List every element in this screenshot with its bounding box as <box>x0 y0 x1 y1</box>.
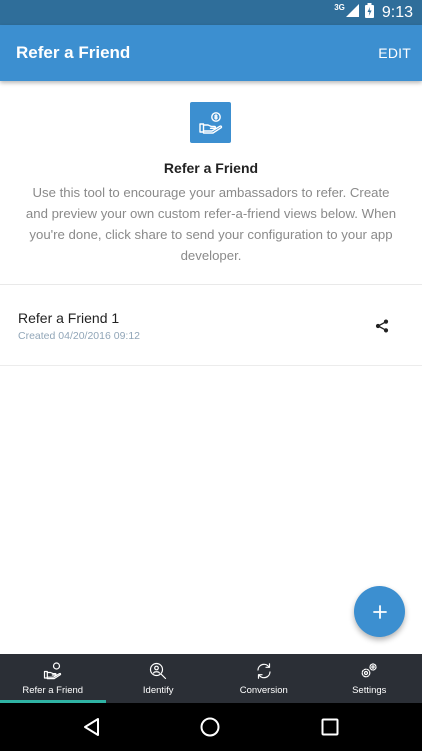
status-bar: 3G 9:13 <box>0 0 422 25</box>
tab-settings[interactable]: Settings <box>317 654 422 703</box>
status-time: 9:13 <box>381 3 413 21</box>
tab-label: Conversion <box>239 685 288 696</box>
back-icon[interactable] <box>80 715 104 739</box>
intro-description: Use this tool to encourage your ambassad… <box>25 185 397 263</box>
item-created-date: Created 04/20/2016 09:12 <box>18 330 141 342</box>
tab-identify[interactable]: Identify <box>106 654 212 703</box>
tab-conversion[interactable]: Conversion <box>211 654 317 703</box>
app-screen: 3G 9:13 Refer a Friend EDIT Refer a Frie… <box>0 0 422 751</box>
intro-title: Refer a Friend <box>163 160 259 176</box>
recents-icon[interactable] <box>318 715 342 739</box>
plus-icon <box>372 604 387 619</box>
edit-button[interactable]: EDIT <box>378 45 411 61</box>
tab-label: Identify <box>142 685 174 696</box>
app-bar: Refer a Friend EDIT <box>0 25 422 81</box>
intro-section: Refer a Friend Use this tool to encourag… <box>0 81 422 285</box>
battery-icon <box>364 2 374 23</box>
network-type: 3G <box>334 3 345 12</box>
home-icon[interactable] <box>198 715 222 739</box>
magnifier-icon <box>147 661 169 681</box>
bottom-nav: Refer a Friend Identify Conversion Setti… <box>0 654 422 703</box>
tab-label: Settings <box>352 685 387 696</box>
gears-icon <box>358 661 380 681</box>
item-title: Refer a Friend 1 <box>18 310 120 326</box>
share-icon[interactable] <box>372 316 392 336</box>
system-nav-bar <box>0 703 422 751</box>
refer-hand-icon <box>42 661 64 681</box>
list-item[interactable]: Refer a Friend 1 Created 04/20/2016 09:1… <box>0 285 422 366</box>
signal-icon <box>345 3 359 22</box>
page-title: Refer a Friend <box>16 43 131 62</box>
tab-label: Refer a Friend <box>22 685 84 696</box>
refer-hand-coin-icon <box>190 102 231 143</box>
add-button[interactable] <box>354 586 405 637</box>
refresh-icon <box>253 661 275 681</box>
tab-refer-a-friend[interactable]: Refer a Friend <box>0 654 106 703</box>
